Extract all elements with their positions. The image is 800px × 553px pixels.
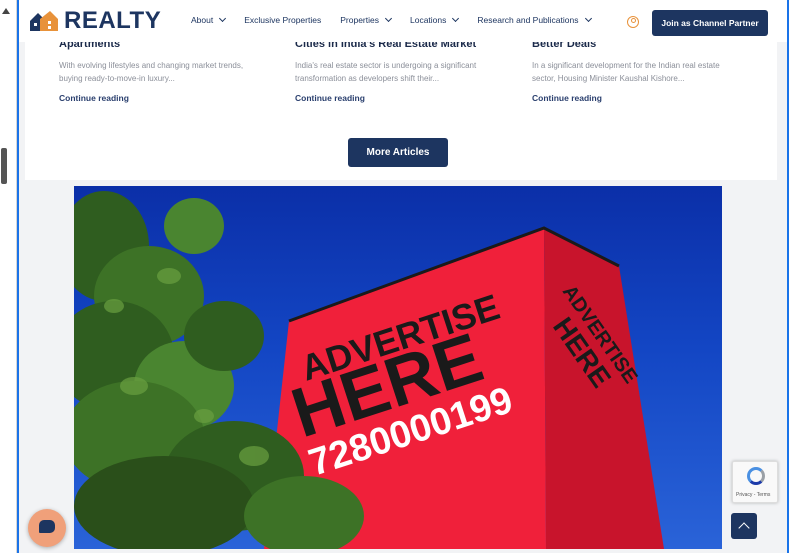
article-card[interactable]: Apartments With evolving lifestyles and …	[59, 38, 259, 103]
billboard-illustration: ADVERTISE HERE 7280000199 ADVERTISE HERE	[74, 191, 664, 549]
nav-item-research[interactable]: Research and Publications	[477, 14, 592, 25]
nav-label: Locations	[409, 15, 447, 25]
realty-logo[interactable]: REALTY	[28, 8, 161, 34]
main-nav: About Exclusive Properties Properties Lo…	[191, 14, 610, 25]
nav-item-properties[interactable]: Properties	[340, 14, 393, 25]
scroll-up-arrow-icon[interactable]	[2, 8, 10, 14]
logo-text: REALTY	[64, 7, 162, 34]
advertise-banner-image[interactable]: ADVERTISE HERE 7280000199 ADVERTISE HERE	[74, 186, 722, 549]
article-excerpt: In a significant development for the Ind…	[532, 61, 720, 83]
page: Apartments With evolving lifestyles and …	[19, 0, 787, 553]
chevron-down-icon	[584, 14, 592, 23]
nav-item-locations[interactable]: Locations	[409, 14, 460, 25]
chat-bubble-icon	[39, 520, 55, 533]
chevron-down-icon	[452, 14, 460, 23]
article-card[interactable]: Cities in India's Real Estate Market Ind…	[295, 38, 495, 103]
recaptcha-badge[interactable]: Privacy - Terms	[732, 461, 778, 503]
chevron-down-icon	[384, 14, 393, 23]
frame-border-right	[787, 0, 789, 553]
left-scroll-strip	[0, 0, 17, 553]
article-excerpt: India's real estate sector is undergoing…	[295, 61, 477, 83]
nav-item-exclusive-properties[interactable]: Exclusive Properties	[244, 15, 321, 25]
nav-item-about[interactable]: About	[191, 14, 227, 25]
recaptcha-icon	[747, 467, 765, 485]
recaptcha-text: Privacy - Terms	[736, 492, 771, 498]
more-articles-button[interactable]: More Articles	[348, 138, 448, 167]
continue-reading-link[interactable]: Continue reading	[295, 93, 495, 103]
join-channel-partner-button[interactable]: Join as Channel Partner	[652, 10, 768, 36]
billboard-side	[544, 228, 664, 549]
left-scroll-thumb[interactable]	[1, 148, 7, 184]
nav-label: Exclusive Properties	[244, 15, 322, 25]
continue-reading-link[interactable]: Continue reading	[532, 93, 732, 103]
house-logo-icon	[30, 11, 58, 31]
article-excerpt: With evolving lifestyles and changing ma…	[59, 61, 244, 83]
scroll-to-top-button[interactable]	[731, 513, 757, 539]
nav-label: Properties	[340, 15, 379, 25]
article-card[interactable]: Better Deals In a significant developmen…	[532, 38, 732, 103]
user-circle-icon[interactable]	[627, 16, 639, 28]
nav-label: Research and Publications	[477, 15, 579, 25]
chat-button[interactable]	[28, 509, 66, 547]
nav-label: About	[191, 15, 214, 25]
chevron-down-icon	[219, 14, 227, 23]
continue-reading-link[interactable]: Continue reading	[59, 93, 259, 103]
site-header: REALTY About Exclusive Properties Proper…	[19, 0, 787, 42]
